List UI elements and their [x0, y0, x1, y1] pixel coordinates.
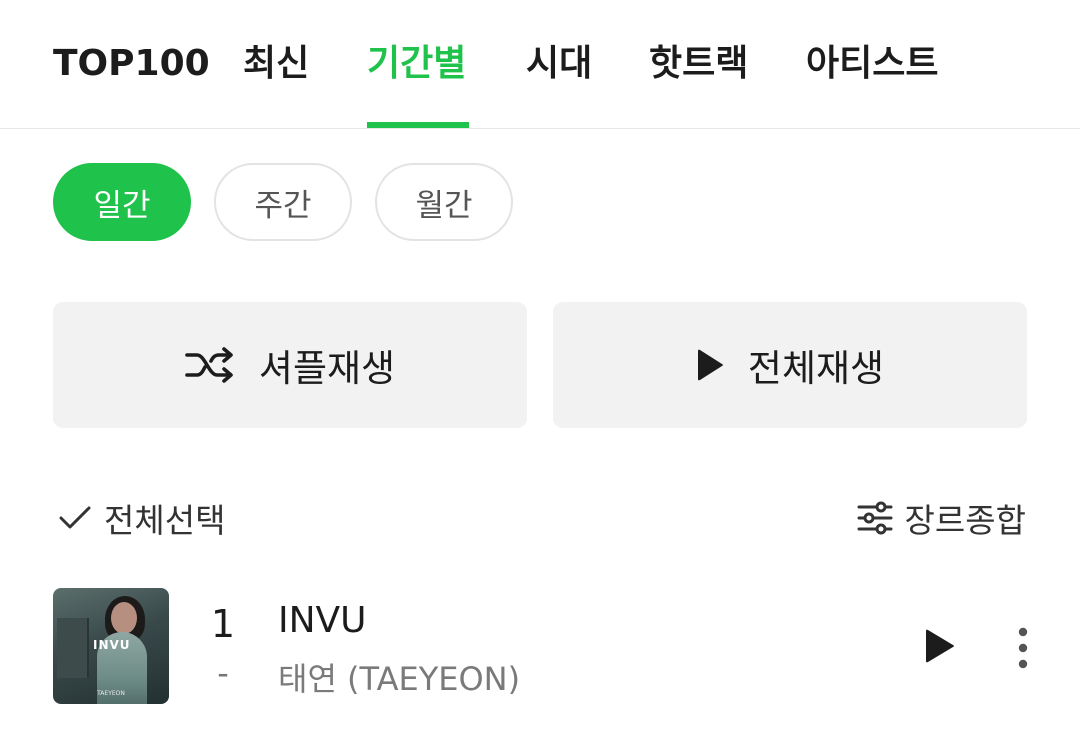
cover-title-text: INVU	[93, 638, 131, 652]
select-all-label: 전체선택	[104, 501, 226, 540]
genre-filter-label: 장르종합	[904, 501, 1026, 540]
tab-era[interactable]: 시대	[526, 40, 592, 88]
top-tab-bar: TOP100 최신 기간별 시대 핫트랙 아티스트	[0, 0, 1080, 129]
rank-number: 1	[210, 602, 236, 646]
chip-weekly[interactable]: 주간	[214, 163, 352, 241]
album-cover[interactable]: INVU TAEYEON	[53, 588, 169, 704]
song-artist[interactable]: 태연 (TAEYEON)	[278, 654, 520, 700]
tab-artist[interactable]: 아티스트	[806, 40, 938, 88]
more-options-button[interactable]	[1008, 626, 1038, 670]
more-vertical-icon	[1018, 627, 1028, 669]
chip-daily[interactable]: 일간	[53, 163, 191, 241]
select-all-button[interactable]: 전체선택	[58, 494, 225, 542]
rank-change: -	[217, 654, 229, 692]
sliders-icon	[857, 501, 893, 535]
genre-filter-button[interactable]: 장르종합	[857, 494, 1026, 542]
tab-latest[interactable]: 최신	[243, 40, 309, 88]
play-all-label: 전체재생	[747, 347, 885, 390]
chart-list-item[interactable]: INVU TAEYEON 1 - INVU 태연 (TAEYEON)	[0, 586, 1080, 706]
check-icon	[58, 504, 92, 532]
active-tab-indicator	[367, 122, 469, 128]
tab-by-period[interactable]: 기간별	[367, 40, 466, 88]
song-title[interactable]: INVU	[278, 600, 367, 641]
play-icon	[926, 629, 954, 663]
tab-top100[interactable]: TOP100	[53, 40, 210, 88]
shuffle-icon	[185, 346, 237, 384]
chip-monthly[interactable]: 월간	[375, 163, 513, 241]
shuffle-play-label: 셔플재생	[258, 347, 396, 390]
cover-artist-text: TAEYEON	[97, 690, 125, 697]
shuffle-play-button[interactable]: 셔플재생	[53, 302, 527, 428]
tab-hot-track[interactable]: 핫트랙	[649, 40, 748, 88]
play-song-button[interactable]	[920, 626, 960, 666]
play-all-button[interactable]: 전체재생	[553, 302, 1027, 428]
play-icon	[696, 347, 726, 383]
